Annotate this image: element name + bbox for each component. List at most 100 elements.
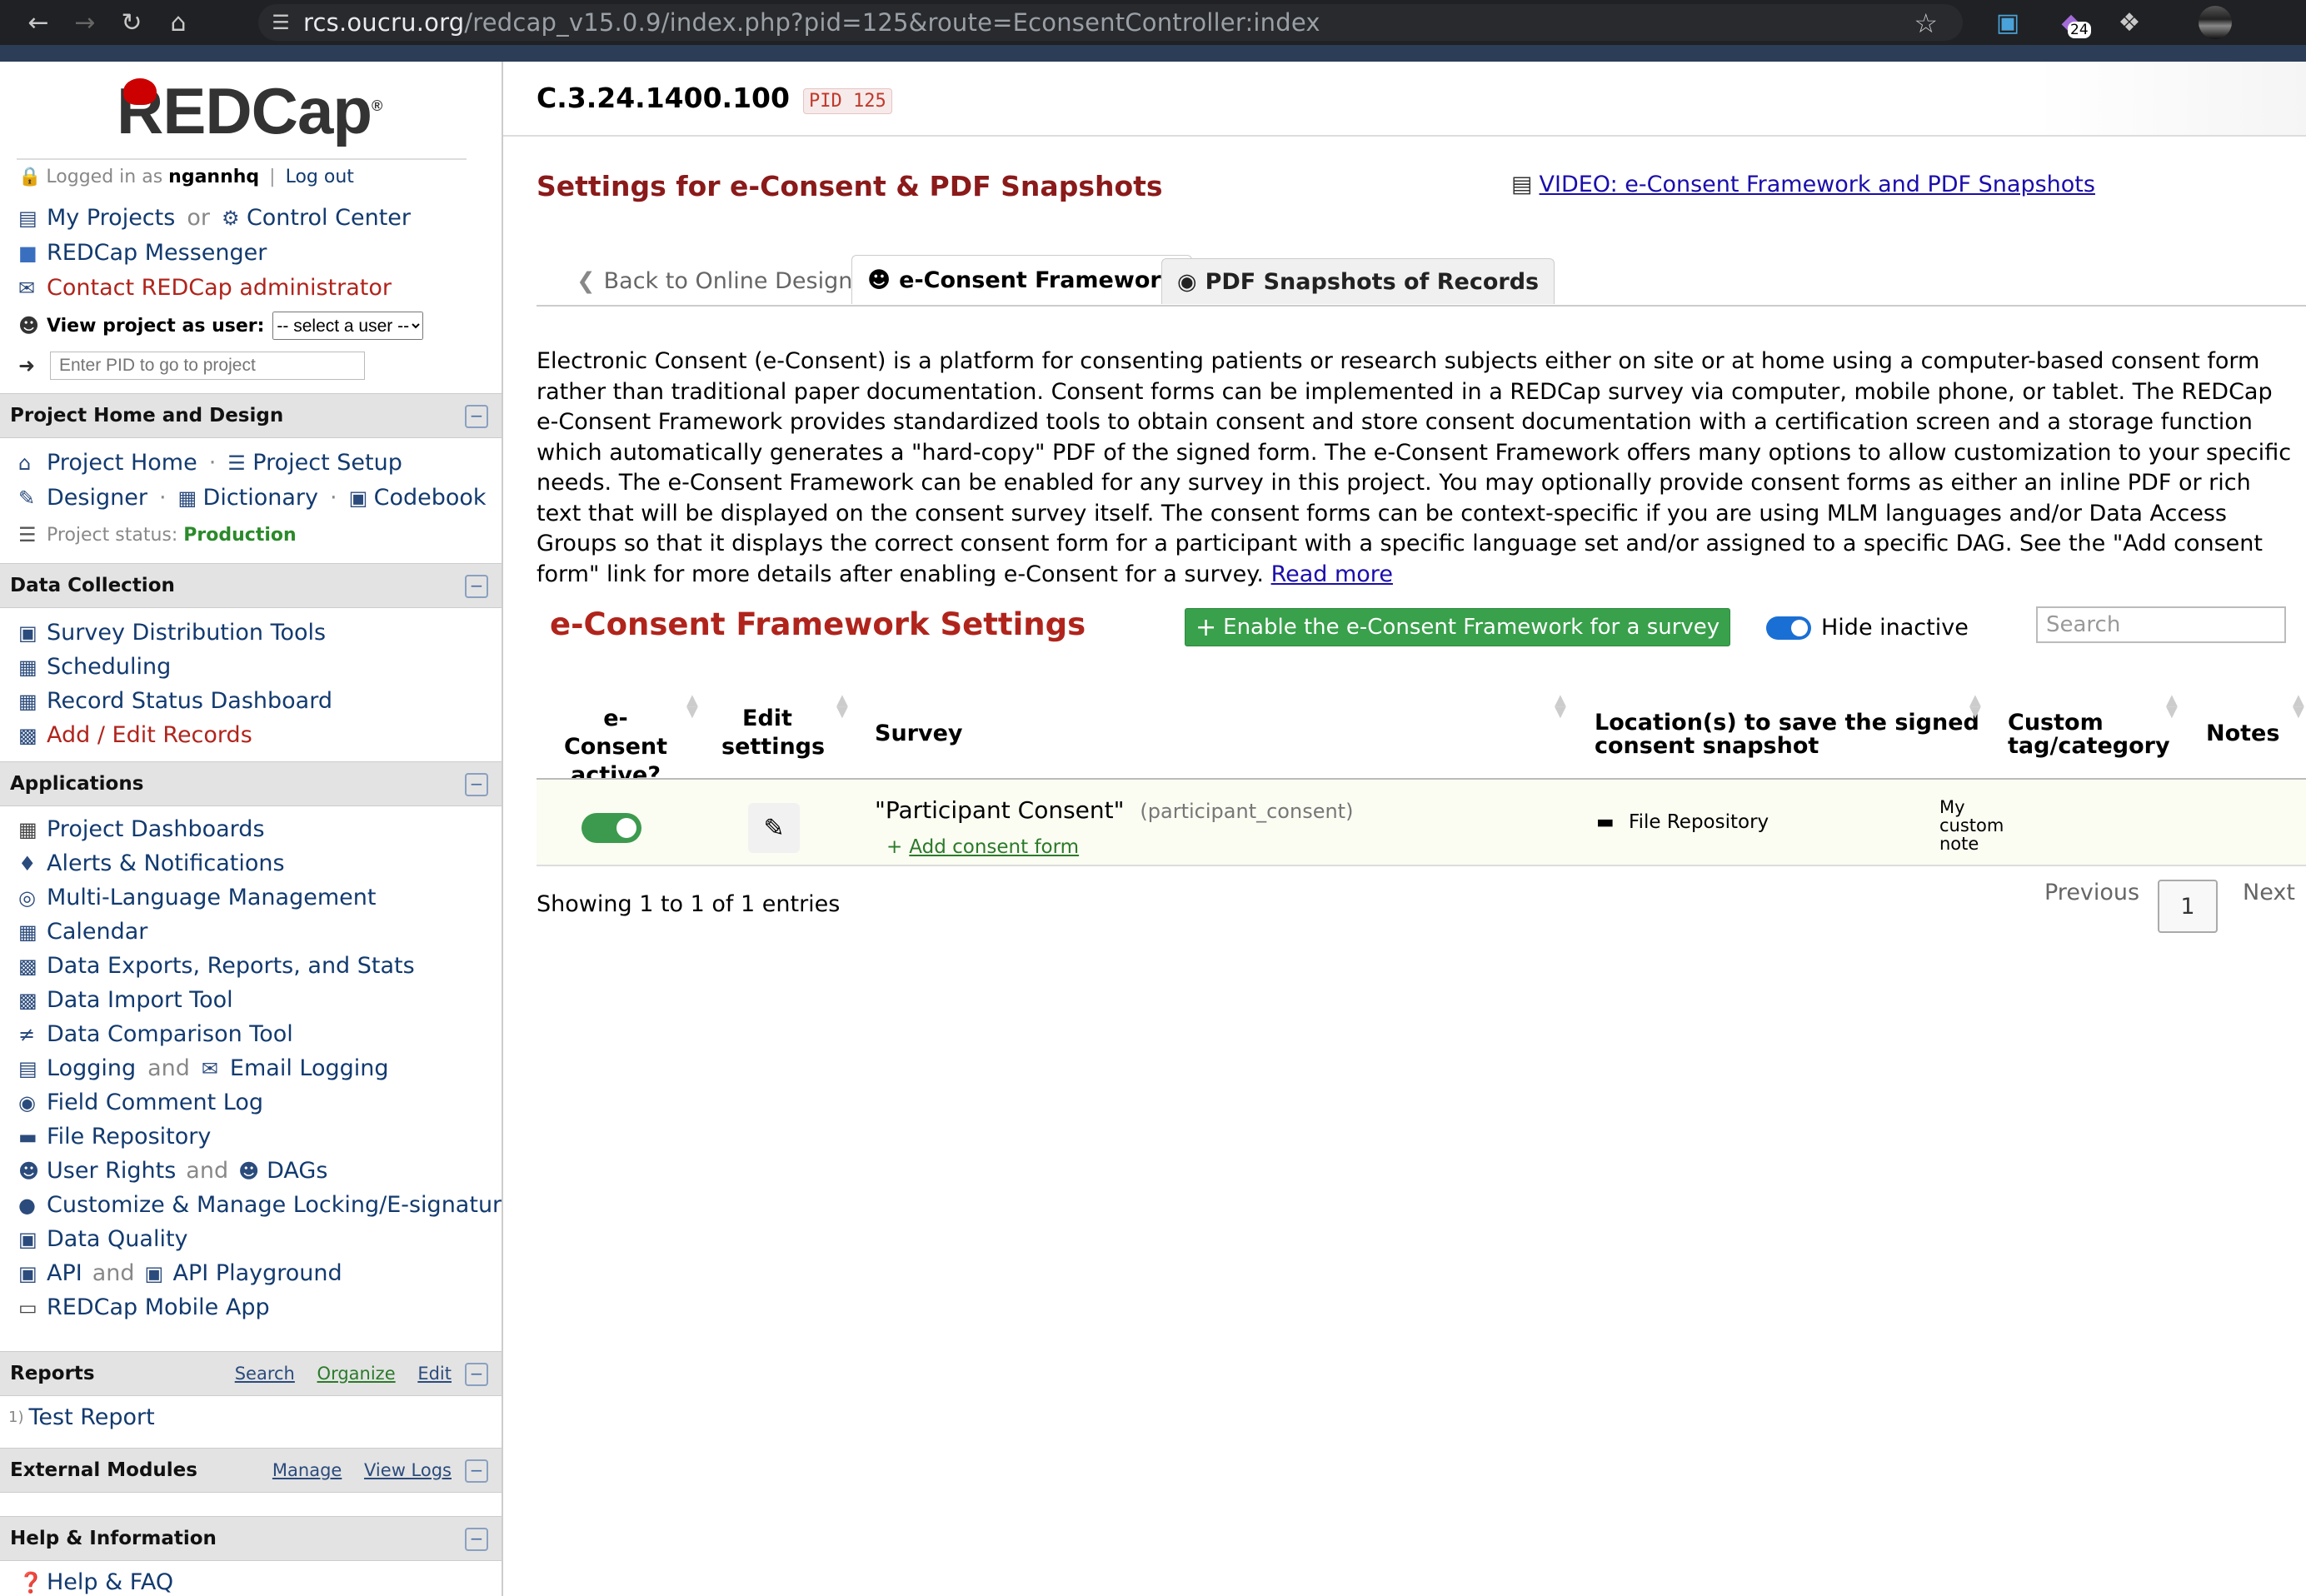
col-header-survey[interactable]: Survey [875,720,963,748]
field-comment-log-link[interactable]: Field Comment Log [47,1090,263,1115]
contact-admin-link[interactable]: Contact REDCap administrator [47,275,392,301]
view-as-user-select[interactable]: -- select a user -- [272,312,424,340]
col-header-edit[interactable]: Edit settings [721,705,825,761]
survey-distribution-icon: ▣ [18,621,37,645]
add-consent-form-link[interactable]: + Add consent form [886,836,1079,858]
collapse-icon[interactable]: − [465,773,488,796]
collapse-icon[interactable]: − [465,1528,488,1551]
col-header-notes[interactable]: Notes [2206,720,2279,748]
forward-arrow-icon[interactable]: → [62,0,108,45]
comments-icon: ◉ [18,1090,36,1115]
collapse-icon[interactable]: − [465,405,488,428]
collapse-icon[interactable]: − [465,1363,488,1386]
calendar-icon: ▦ [18,920,37,944]
test-report-link[interactable]: Test Report [28,1404,154,1430]
mlm-link[interactable]: Multi-Language Management [47,885,376,910]
extension-badge-icon[interactable]: ◆24 [2054,0,2091,45]
messenger-link[interactable]: REDCap Messenger [47,240,267,266]
hide-inactive-toggle[interactable] [1766,616,1811,640]
reports-organize-link[interactable]: Organize [317,1364,396,1384]
reports-search-link[interactable]: Search [235,1364,295,1384]
econsent-active-toggle[interactable] [581,813,641,843]
help-faq-link[interactable]: Help & FAQ [47,1569,173,1595]
data-exports-link[interactable]: Data Exports, Reports, and Stats [47,953,415,979]
save-extension-icon[interactable]: ▣ [1991,0,2024,45]
sort-icon[interactable]: ▲ ▼ [1969,693,1981,720]
email-logging-link[interactable]: Email Logging [230,1055,389,1081]
extension-badge-count: 24 [2068,22,2091,38]
sort-icon[interactable]: ▲ ▼ [686,693,698,720]
bookmark-star-icon[interactable]: ☆ [1914,7,1938,39]
pager-previous[interactable]: Previous [2044,880,2139,905]
pager-next[interactable]: Next [2243,880,2295,905]
reload-icon[interactable]: ↻ [108,0,155,45]
api-playground-link[interactable]: API Playground [173,1260,342,1286]
codebook-link[interactable]: Codebook [374,485,487,511]
calendar-link[interactable]: Calendar [47,919,147,945]
login-status: 🔒 Logged in as ngannhq | Log out [18,167,354,187]
record-status-dashboard-link[interactable]: Record Status Dashboard [47,688,332,714]
file-repository-link[interactable]: File Repository [47,1124,211,1150]
edit-settings-button[interactable]: ✎ [748,803,800,853]
read-more-link[interactable]: Read more [1271,561,1393,587]
tab-econsent-framework[interactable]: ☻ e-Consent Framework [851,255,1192,304]
modules-manage-link[interactable]: Manage [272,1460,342,1480]
tab-pdf-snapshots[interactable]: ◉ PDF Snapshots of Records [1161,258,1555,304]
site-settings-icon[interactable]: ☰ [258,11,303,34]
pid-input[interactable] [50,352,365,380]
designer-link[interactable]: Designer [47,485,147,511]
sort-icon[interactable]: ▲ ▼ [836,693,848,720]
user-icon: ☻ [18,314,40,337]
locking-link[interactable]: Customize & Manage Locking/E-signatures [47,1192,502,1218]
alerts-link[interactable]: Alerts & Notifications [47,850,285,876]
col-header-active[interactable]: e-Consent active? [553,705,678,790]
project-dashboards-link[interactable]: Project Dashboards [47,816,265,842]
dictionary-link[interactable]: Dictionary [203,485,318,511]
tab-back-designer[interactable]: ❮ Back to Online Designer [562,258,891,303]
logout-link[interactable]: Log out [286,167,354,187]
reports-edit-link[interactable]: Edit [417,1364,452,1384]
section-project-home: Project Home and Design − [0,393,502,438]
collapse-icon[interactable]: − [465,575,488,598]
data-comparison-link[interactable]: Data Comparison Tool [47,1021,293,1047]
extensions-puzzle-icon[interactable]: ❖ [2113,0,2146,45]
video-link[interactable]: ▤ VIDEO: e-Consent Framework and PDF Snap… [1511,172,2095,197]
add-edit-records-link[interactable]: Add / Edit Records [47,722,252,748]
col-header-tag[interactable]: Custom tag/category [2008,711,2170,758]
project-setup-link[interactable]: Project Setup [252,450,402,476]
api-link[interactable]: API [47,1260,82,1286]
logging-link[interactable]: Logging [47,1055,136,1081]
mobile-app-link[interactable]: REDCap Mobile App [47,1294,270,1320]
survey-distribution-link[interactable]: Survey Distribution Tools [47,620,326,646]
col-header-location[interactable]: Location(s) to save the signed consent sn… [1595,711,1979,758]
layers-icon: ☰ [18,523,37,546]
data-quality-link[interactable]: Data Quality [47,1226,188,1252]
profile-avatar[interactable] [2196,0,2234,45]
modules-view-logs-link[interactable]: View Logs [364,1460,452,1480]
folder-open-icon: ▬ [18,1125,37,1149]
enable-econsent-button[interactable]: + Enable the e-Consent Framework for a s… [1185,608,1731,646]
collapse-icon[interactable]: − [465,1459,488,1483]
control-center-link[interactable]: Control Center [247,205,411,231]
sign-in-icon: ➜ [18,354,36,377]
sort-icon[interactable]: ▲ ▼ [2166,693,2178,720]
redcap-logo[interactable]: REDCap® [117,73,382,149]
address-bar[interactable]: ☰ rcs.oucru.org/redcap_v15.0.9/index.php… [258,4,1963,41]
question-circle-icon: ❓ [18,1570,43,1594]
my-projects-link[interactable]: My Projects [47,205,175,231]
mail-bulk-icon: ✉ [201,1056,219,1080]
book-icon: ▣ [348,486,368,510]
sort-icon[interactable]: ▲ ▼ [2293,693,2304,720]
sort-icon[interactable]: ▲ ▼ [1555,693,1566,720]
tasks-icon: ☰ [227,451,246,475]
dags-link[interactable]: DAGs [267,1158,327,1184]
scheduling-link[interactable]: Scheduling [47,654,171,680]
project-home-link[interactable]: Project Home [47,450,197,476]
home-icon[interactable]: ⌂ [155,0,202,45]
back-arrow-icon[interactable]: ← [15,0,62,45]
table-search-input[interactable]: Search [2036,606,2286,643]
pager-page-1[interactable]: 1 [2158,880,2218,933]
data-import-link[interactable]: Data Import Tool [47,987,233,1013]
user-rights-link[interactable]: User Rights [47,1158,176,1184]
intro-description: Electronic Consent (e-Consent) is a plat… [537,348,2292,587]
